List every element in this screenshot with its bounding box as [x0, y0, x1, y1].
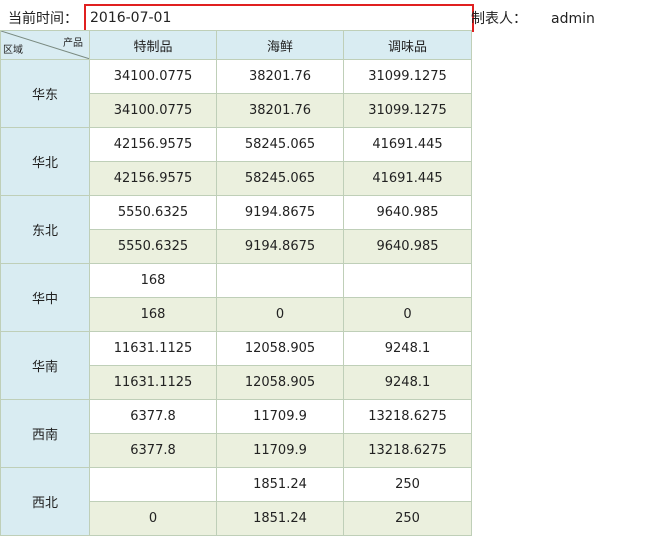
value-cell-lower: 0 — [344, 297, 471, 331]
region-cell: 华北 — [0, 127, 90, 196]
report-table: 产品 区域 特制品 海鲜 调味品 华东 34100.0775 38201.76 310… — [0, 30, 472, 536]
value-cell-lower: 0 — [217, 297, 343, 331]
value-cell: 9248.1 — [343, 365, 472, 400]
date-input[interactable] — [84, 4, 474, 32]
value-cell: 9640.985 — [343, 229, 472, 264]
table-header-row: 产品 区域 特制品 海鲜 调味品 — [0, 30, 472, 60]
value-cell: 42156.9575 — [89, 127, 217, 162]
value-cell: 31099.1275 — [343, 93, 472, 128]
value-cell: 11709.9 — [216, 399, 344, 434]
corner-header: 产品 区域 — [0, 30, 90, 60]
table-row: 华南 11631.1125 12058.905 9248.1 — [0, 331, 472, 400]
value-cell: 9248.1 — [343, 331, 472, 366]
value-cell: 9194.8675 — [216, 195, 344, 230]
maker-label: 制表人： — [471, 11, 527, 27]
value-cell: 13218.6275 — [343, 399, 472, 434]
value-cell: 0 — [89, 467, 217, 536]
value-cell: 38201.76 — [216, 93, 344, 128]
value-cell: 168 — [89, 263, 217, 298]
maker-value: admin — [551, 11, 595, 27]
value-cell: 250 — [343, 501, 472, 536]
region-cell: 华东 — [0, 59, 90, 128]
table-row: 华东 34100.0775 38201.76 31099.1275 — [0, 59, 472, 128]
table-row: 华北 42156.9575 58245.065 41691.445 — [0, 127, 472, 196]
region-cell: 东北 — [0, 195, 90, 264]
table-row: 东北 5550.6325 9194.8675 9640.985 — [0, 195, 472, 264]
column-header: 海鲜 — [216, 30, 344, 60]
value-cell: 5550.6325 — [89, 195, 217, 230]
column-header: 特制品 — [89, 30, 217, 60]
region-cell: 华南 — [0, 331, 90, 400]
value-cell: 38201.76 — [216, 59, 344, 94]
value-cell: 0 — [343, 263, 472, 332]
value-cell: 6377.8 — [89, 433, 217, 468]
corner-region-label: 区域 — [3, 45, 23, 56]
value-cell: 6377.8 — [89, 399, 217, 434]
table-row: 西北 0 1851.24 250 — [0, 467, 472, 536]
value-cell-lower: 0 — [90, 501, 216, 535]
value-cell: 41691.445 — [343, 127, 472, 162]
value-cell: 250 — [343, 467, 472, 502]
value-cell: 11631.1125 — [89, 365, 217, 400]
value-cell: 42156.9575 — [89, 161, 217, 196]
region-cell: 华中 — [0, 263, 90, 332]
value-cell: 13218.6275 — [343, 433, 472, 468]
value-cell: 0 — [216, 263, 344, 332]
value-cell: 11709.9 — [216, 433, 344, 468]
value-cell: 34100.0775 — [89, 93, 217, 128]
value-cell: 12058.905 — [216, 365, 344, 400]
value-cell: 9640.985 — [343, 195, 472, 230]
value-cell: 12058.905 — [216, 331, 344, 366]
value-cell: 1851.24 — [216, 467, 344, 502]
table-row: 华中 168 0 0 — [0, 263, 472, 332]
value-cell: 1851.24 — [216, 501, 344, 536]
column-header: 调味品 — [343, 30, 472, 60]
value-cell: 41691.445 — [343, 161, 472, 196]
value-cell: 168 — [89, 297, 217, 332]
region-cell: 西北 — [0, 467, 90, 536]
value-cell: 9194.8675 — [216, 229, 344, 264]
value-cell: 58245.065 — [216, 161, 344, 196]
value-cell: 5550.6325 — [89, 229, 217, 264]
value-cell: 34100.0775 — [89, 59, 217, 94]
value-cell: 58245.065 — [216, 127, 344, 162]
table-row: 西南 6377.8 11709.9 13218.6275 — [0, 399, 472, 468]
current-time-label: 当前时间： — [8, 11, 78, 27]
corner-product-label: 产品 — [63, 38, 83, 49]
region-cell: 西南 — [0, 399, 90, 468]
value-cell: 11631.1125 — [89, 331, 217, 366]
value-cell: 31099.1275 — [343, 59, 472, 94]
